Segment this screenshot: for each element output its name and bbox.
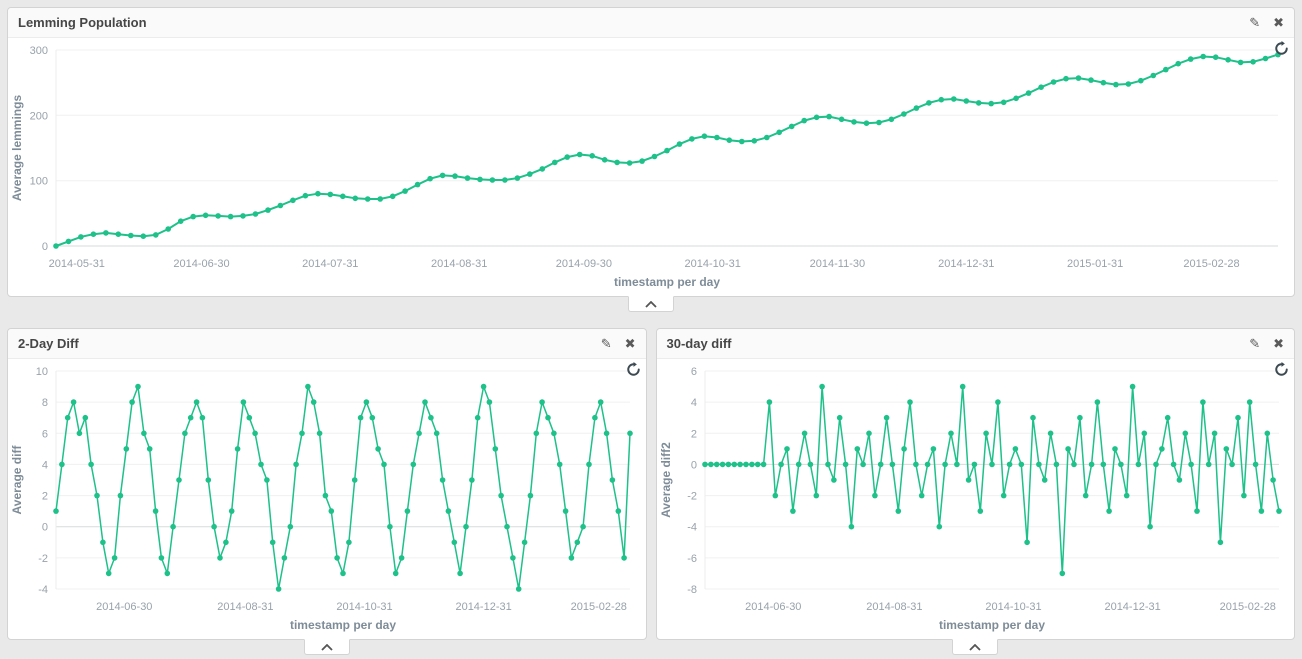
svg-text:2014-11-30: 2014-11-30 bbox=[810, 258, 865, 270]
panel-30-day-diff: 30-day diff ✎ ✖ -8 -6 -4 -2 0 2 4 6 2014-06-30 20… bbox=[656, 328, 1296, 640]
svg-text:2014-10-31: 2014-10-31 bbox=[985, 601, 1041, 613]
svg-text:8: 8 bbox=[42, 397, 48, 409]
chart-area: -4 -2 0 2 4 6 8 10 2014-06-30 2014-08-31 2014-10-3… bbox=[8, 359, 646, 639]
panel-actions: ✎ ✖ bbox=[601, 337, 636, 351]
panel-title: Lemming Population bbox=[18, 15, 147, 31]
panel-lemming-population: Lemming Population ✎ ✖ 0 100 200 300 2014-05… bbox=[7, 7, 1295, 297]
panel-header: Lemming Population ✎ ✖ bbox=[8, 8, 1294, 38]
svg-text:2014-08-31: 2014-08-31 bbox=[431, 258, 487, 270]
svg-text:timestamp per day: timestamp per day bbox=[614, 275, 720, 289]
svg-text:0: 0 bbox=[42, 522, 48, 534]
svg-text:2014-07-31: 2014-07-31 bbox=[302, 258, 358, 270]
panel-actions: ✎ ✖ bbox=[1249, 337, 1284, 351]
close-icon[interactable]: ✖ bbox=[1273, 16, 1284, 30]
svg-text:-2: -2 bbox=[687, 491, 697, 503]
lemming-population-chart[interactable]: 0 100 200 300 2014-05-31 2014-06-30 2014-07-31… bbox=[8, 38, 1294, 296]
edit-icon[interactable]: ✎ bbox=[1249, 16, 1260, 30]
svg-text:6: 6 bbox=[690, 366, 696, 378]
panel-header: 30-day diff ✎ ✖ bbox=[657, 329, 1295, 359]
panel-2-day-diff: 2-Day Diff ✎ ✖ -4 -2 0 2 4 6 8 10 2014-06-30 2014… bbox=[7, 328, 647, 640]
svg-text:2014-10-31: 2014-10-31 bbox=[336, 601, 392, 613]
edit-icon[interactable]: ✎ bbox=[601, 337, 612, 351]
svg-text:2014-12-31: 2014-12-31 bbox=[1104, 601, 1160, 613]
two-day-diff-chart[interactable]: -4 -2 0 2 4 6 8 10 2014-06-30 2014-08-31 2014-10-3… bbox=[8, 359, 646, 639]
close-icon[interactable]: ✖ bbox=[1273, 337, 1284, 351]
chevron-up-icon bbox=[645, 301, 657, 308]
svg-text:timestamp per day: timestamp per day bbox=[290, 618, 396, 632]
chart-area: -8 -6 -4 -2 0 2 4 6 2014-06-30 2014-08-31 2014-10-… bbox=[657, 359, 1295, 639]
refresh-icon[interactable] bbox=[1274, 41, 1289, 56]
svg-text:2014-12-31: 2014-12-31 bbox=[938, 258, 994, 270]
svg-text:2015-01-31: 2015-01-31 bbox=[1067, 258, 1123, 270]
panel-title: 2-Day Diff bbox=[18, 336, 79, 352]
dashboard: Lemming Population ✎ ✖ 01002003002014-05… bbox=[0, 0, 1302, 647]
collapse-toggle[interactable] bbox=[304, 639, 350, 655]
svg-text:2: 2 bbox=[690, 428, 696, 440]
svg-text:0: 0 bbox=[690, 459, 696, 471]
panel-row: 2-Day Diff ✎ ✖ -4 -2 0 2 4 6 8 10 2014-06-30 2014… bbox=[7, 328, 1295, 640]
thirty-day-diff-chart[interactable]: -8 -6 -4 -2 0 2 4 6 2014-06-30 2014-08-31 2014-10-… bbox=[657, 359, 1295, 639]
chevron-up-icon bbox=[321, 644, 333, 651]
svg-text:2014-09-30: 2014-09-30 bbox=[556, 258, 612, 270]
chart-area: 0 100 200 300 2014-05-31 2014-06-30 2014-07-31… bbox=[8, 38, 1294, 296]
panel-title: 30-day diff bbox=[667, 336, 732, 352]
collapse-toggle[interactable] bbox=[628, 296, 674, 312]
svg-text:100: 100 bbox=[30, 176, 48, 188]
svg-text:timestamp per day: timestamp per day bbox=[938, 618, 1044, 632]
svg-text:2015-02-28: 2015-02-28 bbox=[571, 601, 627, 613]
svg-text:2014-06-30: 2014-06-30 bbox=[173, 258, 229, 270]
svg-text:2014-06-30: 2014-06-30 bbox=[745, 601, 801, 613]
svg-text:2: 2 bbox=[42, 491, 48, 503]
svg-text:2014-05-31: 2014-05-31 bbox=[49, 258, 105, 270]
edit-icon[interactable]: ✎ bbox=[1249, 337, 1260, 351]
panel-header: 2-Day Diff ✎ ✖ bbox=[8, 329, 646, 359]
svg-text:2015-02-28: 2015-02-28 bbox=[1183, 258, 1239, 270]
collapse-toggle[interactable] bbox=[952, 639, 998, 655]
svg-text:Average diff2: Average diff2 bbox=[659, 442, 673, 518]
refresh-icon[interactable] bbox=[1274, 362, 1289, 377]
svg-text:2014-08-31: 2014-08-31 bbox=[866, 601, 922, 613]
svg-text:4: 4 bbox=[690, 397, 696, 409]
svg-text:0: 0 bbox=[42, 241, 48, 253]
svg-text:4: 4 bbox=[42, 459, 48, 471]
close-icon[interactable]: ✖ bbox=[625, 337, 636, 351]
svg-text:-6: -6 bbox=[687, 553, 697, 565]
refresh-icon[interactable] bbox=[626, 362, 641, 377]
chevron-up-icon bbox=[969, 644, 981, 651]
svg-text:-8: -8 bbox=[687, 584, 697, 596]
svg-text:2014-12-31: 2014-12-31 bbox=[455, 601, 511, 613]
svg-text:-2: -2 bbox=[38, 553, 48, 565]
panel-actions: ✎ ✖ bbox=[1249, 16, 1284, 30]
svg-text:Average diff: Average diff bbox=[10, 445, 24, 515]
svg-text:300: 300 bbox=[30, 45, 48, 57]
svg-text:2014-06-30: 2014-06-30 bbox=[96, 601, 152, 613]
svg-text:2014-10-31: 2014-10-31 bbox=[685, 258, 741, 270]
svg-text:-4: -4 bbox=[687, 522, 697, 534]
svg-text:2014-08-31: 2014-08-31 bbox=[217, 601, 273, 613]
svg-text:-4: -4 bbox=[38, 584, 48, 596]
svg-text:200: 200 bbox=[30, 110, 48, 122]
svg-text:2015-02-28: 2015-02-28 bbox=[1219, 601, 1275, 613]
svg-text:6: 6 bbox=[42, 428, 48, 440]
svg-text:10: 10 bbox=[36, 366, 48, 378]
svg-text:Average lemmings: Average lemmings bbox=[10, 95, 24, 202]
